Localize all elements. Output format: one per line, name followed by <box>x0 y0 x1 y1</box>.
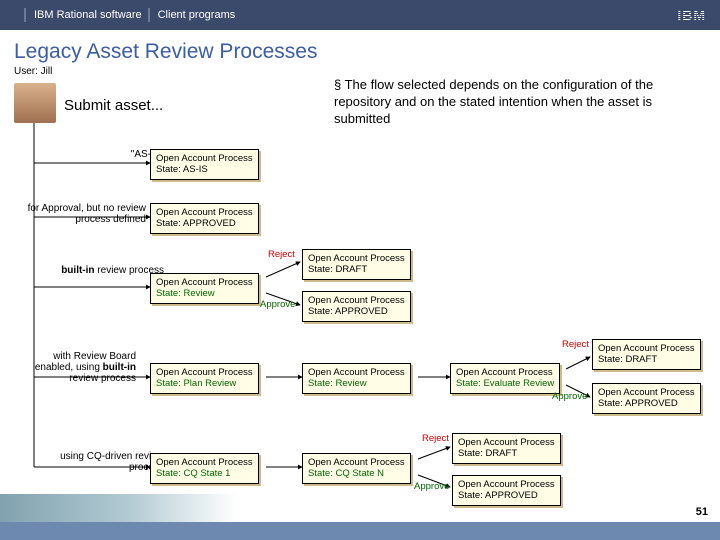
node-state: State: Review <box>308 378 405 389</box>
node-state: State: CQ State N <box>308 468 405 479</box>
node-title: Open Account Process <box>458 479 555 490</box>
node-cq-2: Open Account Process State: CQ State N <box>302 453 411 484</box>
row-label-approval: for Approval, but no review process defi… <box>26 203 146 225</box>
node-state: State: DRAFT <box>598 354 695 365</box>
node-builtin-1: Open Account Process State: Review <box>150 273 259 304</box>
node-title: Open Account Process <box>156 207 253 218</box>
node-state: State: CQ State 1 <box>156 468 253 479</box>
footer-image <box>0 494 250 522</box>
row-label-cq: using CQ-driven review process <box>44 451 164 473</box>
edge-reject: Reject <box>422 433 449 444</box>
node-state: State: APPROVED <box>458 490 555 501</box>
page-number: 51 <box>696 506 708 518</box>
node-title: Open Account Process <box>156 367 253 378</box>
node-title: Open Account Process <box>156 153 253 164</box>
node-asis: Open Account Process State: AS-IS <box>150 149 259 180</box>
node-board-2: Open Account Process State: Review <box>302 363 411 394</box>
node-builtin-reject: Open Account Process State: DRAFT <box>302 249 411 280</box>
node-title: Open Account Process <box>156 457 253 468</box>
node-state: State: APPROVED <box>598 398 695 409</box>
node-title: Open Account Process <box>598 343 695 354</box>
row-label-board: with Review Board enabled, using built-i… <box>28 351 136 384</box>
submit-label: Submit asset... <box>64 97 163 114</box>
node-title: Open Account Process <box>308 295 405 306</box>
topbar-left: IBM Rational software <box>34 9 142 21</box>
edge-approve: Approve <box>552 391 587 402</box>
diagram-canvas: The flow selected depends on the configu… <box>0 77 720 517</box>
node-state: State: Evaluate Review <box>456 378 554 389</box>
node-title: Open Account Process <box>458 437 555 448</box>
page-title: Legacy Asset Review Processes <box>0 30 720 66</box>
edge-reject: Reject <box>268 249 295 260</box>
avatar <box>14 83 56 123</box>
node-state: State: APPROVED <box>156 218 253 229</box>
row-label-builtin: built-in review process <box>44 265 164 276</box>
edge-reject: Reject <box>562 339 589 350</box>
node-title: Open Account Process <box>308 457 405 468</box>
node-title: Open Account Process <box>156 277 253 288</box>
user-label: User: Jill <box>0 66 720 77</box>
bullet-text: The flow selected depends on the configu… <box>334 77 704 128</box>
node-state: State: Review <box>156 288 253 299</box>
node-cq-1: Open Account Process State: CQ State 1 <box>150 453 259 484</box>
topbar-right: Client programs <box>158 9 236 21</box>
node-title: Open Account Process <box>598 387 695 398</box>
node-state: State: DRAFT <box>458 448 555 459</box>
node-board-1: Open Account Process State: Plan Review <box>150 363 259 394</box>
node-approval: Open Account Process State: APPROVED <box>150 203 259 234</box>
node-title: Open Account Process <box>308 253 405 264</box>
node-builtin-approve: Open Account Process State: APPROVED <box>302 291 411 322</box>
node-cq-reject: Open Account Process State: DRAFT <box>452 433 561 464</box>
edge-approve: Approve <box>260 299 295 310</box>
node-title: Open Account Process <box>308 367 405 378</box>
top-bar: IBM Rational software Client programs IB… <box>0 0 720 30</box>
node-cq-approve: Open Account Process State: APPROVED <box>452 475 561 506</box>
node-board-approve: Open Account Process State: APPROVED <box>592 383 701 414</box>
node-state: State: AS-IS <box>156 164 253 175</box>
node-state: State: DRAFT <box>308 264 405 275</box>
node-board-3: Open Account Process State: Evaluate Rev… <box>450 363 560 394</box>
node-title: Open Account Process <box>456 367 553 378</box>
node-board-reject: Open Account Process State: DRAFT <box>592 339 701 370</box>
row-label-asis: "AS-IS" <box>44 149 164 160</box>
ibm-logo: IBM <box>677 7 706 23</box>
node-state: State: Plan Review <box>156 378 253 389</box>
edge-approve: Approve <box>414 481 449 492</box>
footer-bar <box>0 522 720 540</box>
node-state: State: APPROVED <box>308 306 405 317</box>
